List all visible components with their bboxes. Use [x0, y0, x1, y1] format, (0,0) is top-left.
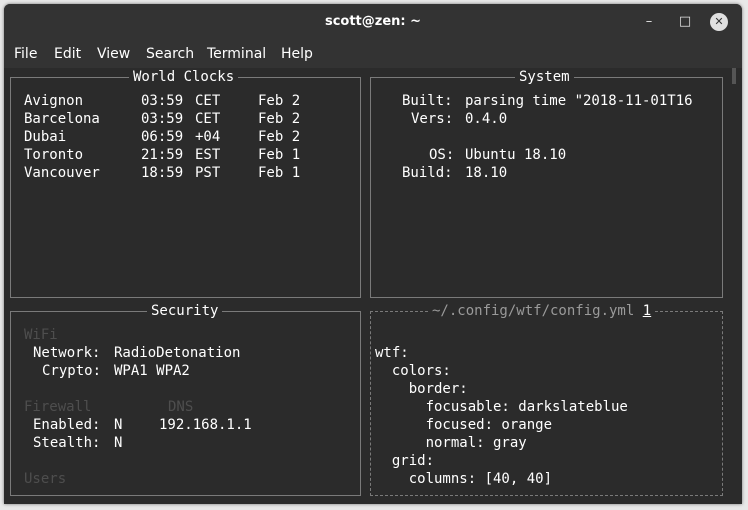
- config-line: wtf:: [375, 345, 409, 361]
- enabled-label: Enabled:: [33, 417, 101, 433]
- network-label: Network:: [33, 345, 101, 361]
- built-label: Built:: [402, 93, 453, 109]
- clock-zone: CET: [195, 111, 221, 127]
- clock-zone: EST: [195, 147, 221, 163]
- system-panel: System Built: parsing time "2018-11-01T1…: [370, 68, 723, 298]
- menu-view[interactable]: View: [97, 46, 130, 62]
- clock-time: 03:59: [141, 111, 184, 127]
- close-icon[interactable]: ✕: [710, 13, 728, 31]
- clock-time: 21:59: [141, 147, 184, 163]
- config-panel[interactable]: ~/.config/wtf/config.yml 1 wtf: colors: …: [370, 302, 723, 496]
- config-line: border:: [375, 381, 468, 397]
- config-title: ~/.config/wtf/config.yml 1: [428, 302, 656, 320]
- clock-city: Barcelona: [24, 111, 100, 127]
- title-bar[interactable]: scott@zen: ~ – □ ✕: [4, 4, 742, 40]
- clock-date: Feb 1: [258, 147, 301, 163]
- clock-city: Dubai: [24, 129, 67, 145]
- menu-edit[interactable]: Edit: [54, 46, 81, 62]
- menu-file[interactable]: File: [14, 46, 37, 62]
- os-label: OS:: [429, 147, 455, 163]
- clock-date: Feb 2: [258, 111, 301, 127]
- dns-heading: DNS: [168, 399, 194, 415]
- maximize-icon[interactable]: □: [676, 13, 694, 31]
- clock-zone: CET: [195, 93, 221, 109]
- menu-help[interactable]: Help: [281, 46, 313, 62]
- world-clocks-title: World Clocks: [129, 68, 239, 86]
- stealth-value: N: [114, 435, 123, 451]
- security-title: Security: [147, 302, 223, 320]
- minimize-icon[interactable]: –: [640, 13, 658, 31]
- clock-date: Feb 2: [258, 93, 301, 109]
- crypto-value: WPA1 WPA2: [114, 363, 190, 379]
- security-panel: Security WiFi Network: RadioDetonation C…: [10, 302, 361, 496]
- config-line: grid:: [375, 453, 435, 469]
- window-title: scott@zen: ~: [324, 14, 422, 29]
- clock-date: Feb 2: [258, 129, 301, 145]
- wifi-heading: WiFi: [24, 327, 58, 343]
- clock-city: Toronto: [24, 147, 84, 163]
- network-value: RadioDetonation: [114, 345, 241, 361]
- clock-time: 06:59: [141, 129, 184, 145]
- config-line: colors:: [375, 363, 451, 379]
- build-value: 18.10: [465, 165, 508, 181]
- system-content: Built: parsing time "2018-11-01T16 Vers:…: [371, 78, 722, 297]
- config-line: normal: gray: [375, 435, 527, 451]
- clock-city: Avignon: [24, 93, 84, 109]
- terminal-area[interactable]: World Clocks Avignon 03:59 CET Feb 2 Bar…: [4, 68, 742, 504]
- clock-city: Vancouver: [24, 165, 100, 181]
- config-line: columns: [40, 40]: [375, 471, 553, 487]
- terminal-scrollbar[interactable]: [732, 68, 736, 84]
- world-clocks-panel: World Clocks Avignon 03:59 CET Feb 2 Bar…: [10, 68, 361, 298]
- built-value: parsing time "2018-11-01T16: [465, 93, 693, 109]
- users-heading: Users: [24, 471, 67, 487]
- os-value: Ubuntu 18.10: [465, 147, 567, 163]
- config-line: focusable: darkslateblue: [375, 399, 628, 415]
- stealth-label: Stealth:: [33, 435, 101, 451]
- vers-label: Vers:: [411, 111, 454, 127]
- terminal-window: scott@zen: ~ – □ ✕ File Edit View Search…: [4, 4, 742, 504]
- clock-date: Feb 1: [258, 165, 301, 181]
- dns-value: 192.168.1.1: [159, 417, 252, 433]
- menu-terminal[interactable]: Terminal: [207, 46, 266, 62]
- clock-time: 03:59: [141, 93, 184, 109]
- enabled-value: N: [114, 417, 123, 433]
- clock-time: 18:59: [141, 165, 184, 181]
- menu-bar: File Edit View Search Terminal Help: [4, 40, 742, 68]
- config-title-index: 1: [642, 303, 652, 319]
- clock-zone: +04: [195, 129, 221, 145]
- config-title-path: ~/.config/wtf/config.yml: [432, 303, 635, 319]
- build-label: Build:: [402, 165, 453, 181]
- clock-zone: PST: [195, 165, 221, 181]
- config-line: focused: orange: [375, 417, 553, 433]
- crypto-label: Crypto:: [42, 363, 102, 379]
- menu-search[interactable]: Search: [146, 46, 194, 62]
- vers-value: 0.4.0: [465, 111, 508, 127]
- firewall-heading: Firewall: [24, 399, 92, 415]
